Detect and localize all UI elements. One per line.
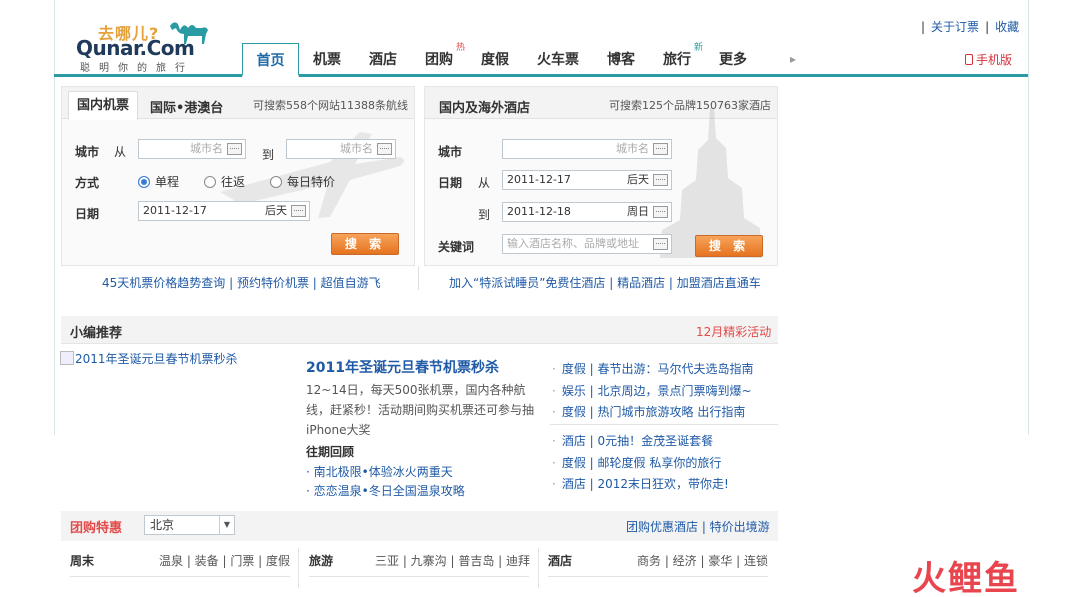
recommend-description: 12~14日，每天500张机票，国内各种航线，赶紧秒！活动期间购买机票还可参与抽… xyxy=(306,383,535,437)
city-picker-icon[interactable] xyxy=(377,143,392,155)
category-underline xyxy=(309,576,529,577)
roundtrip-radio[interactable]: 往返 xyxy=(204,173,245,190)
hotel-city-input[interactable]: 城市名 xyxy=(502,139,672,159)
panel-divider xyxy=(418,266,419,290)
flight-to-label: 到 xyxy=(262,148,275,162)
flight-to-city-input[interactable]: 城市名 xyxy=(286,139,396,159)
about-booking-link[interactable]: 关于订票 xyxy=(931,20,979,34)
tab-domestic-flights[interactable]: 国内机票 xyxy=(68,91,139,120)
category-weekend-title: 周末 xyxy=(70,554,95,568)
past-item[interactable]: · 南北极限•体验冰火两重天 xyxy=(306,463,453,480)
top-links: | 关于订票 | 收藏 xyxy=(921,20,1020,34)
nav-train[interactable]: 火车票 xyxy=(523,43,593,77)
hotel-keyword-input[interactable]: 输入酒店名称、品牌或地址 xyxy=(502,234,672,254)
hotel-city-label: 城市 xyxy=(438,145,463,159)
flight-quick-links[interactable]: 45天机票价格趋势查询 | 预约特价机票 | 超值自游飞 xyxy=(102,274,381,291)
recommend-header-bar xyxy=(61,316,778,344)
nav-more[interactable]: 更多 xyxy=(705,43,761,77)
daily-deal-radio[interactable]: 每日特价 xyxy=(270,173,335,190)
watermark-logo: 火鲤鱼 xyxy=(912,559,1020,597)
flight-mode-label: 方式 xyxy=(75,176,100,190)
flight-from-label: 从 xyxy=(114,145,127,159)
hot-badge: 热 xyxy=(455,43,465,53)
flight-date-input[interactable]: 2011-12-17 后天 xyxy=(138,201,310,221)
broken-image-icon xyxy=(60,351,74,365)
tab-hotels[interactable]: 国内及海外酒店 xyxy=(439,97,530,116)
category-divider xyxy=(298,548,299,588)
flight-from-city-input[interactable]: 城市名 xyxy=(138,139,246,159)
groupbuy-title: 团购特惠 xyxy=(70,521,123,536)
hotel-checkin-input[interactable]: 2011-12-17 后天 xyxy=(502,170,672,190)
recommend-title: 小编推荐 xyxy=(70,326,123,341)
hotel-checkout-input[interactable]: 2011-12-18 周日 xyxy=(502,202,672,222)
chevron-down-icon[interactable]: ▼ xyxy=(219,516,234,534)
hotel-from-label: 从 xyxy=(478,176,491,190)
groupbuy-right-links[interactable]: 团购优惠酒店 | 特价出境游 xyxy=(626,518,770,535)
main-nav: 首页 机票 酒店 团购热 度假 火车票 博客 旅行新 更多 xyxy=(242,43,761,77)
category-weekend-links[interactable]: 温泉 | 装备 | 门票 | 度假 xyxy=(159,552,290,569)
nav-blog[interactable]: 博客 xyxy=(593,43,649,77)
nav-home[interactable]: 首页 xyxy=(242,43,299,77)
nav-travel[interactable]: 旅行新 xyxy=(649,43,705,77)
radio-unchecked xyxy=(204,176,216,188)
hotel-keyword-label: 关键词 xyxy=(438,240,475,254)
category-underline xyxy=(548,576,768,577)
category-divider xyxy=(538,548,539,588)
oneway-radio[interactable]: 单程 xyxy=(138,173,179,190)
flight-panel-tabs: 国内机票 国际•港澳台 可搜索558个网站11388条航线 xyxy=(62,87,414,120)
calendar-icon[interactable] xyxy=(653,206,668,218)
page-frame-right xyxy=(1028,0,1029,435)
nav-scroll-arrow-icon[interactable]: ▸ xyxy=(790,52,796,66)
recommend-banner-image[interactable]: 2011年圣诞元旦春节机票秒杀 xyxy=(60,350,238,367)
category-hotel-title: 酒店 xyxy=(548,554,573,568)
side-news-item[interactable]: · 度假 | 邮轮度假 私享你的旅行 xyxy=(552,454,721,471)
hotel-date-label: 日期 xyxy=(438,176,463,190)
logo-slogan: 聪明你的旅行 xyxy=(80,63,194,74)
tab-intl-flights[interactable]: 国际•港澳台 xyxy=(150,97,223,116)
phone-icon xyxy=(965,54,973,65)
groupbuy-city-select[interactable]: 北京 ▼ xyxy=(144,515,235,535)
new-badge: 新 xyxy=(693,43,703,53)
city-picker-icon[interactable] xyxy=(227,143,242,155)
december-events-link[interactable]: 12月精彩活动 xyxy=(696,323,771,340)
city-picker-icon[interactable] xyxy=(653,143,668,155)
flight-coverage-note: 可搜索558个网站11388条航线 xyxy=(253,99,408,112)
category-travel-title: 旅游 xyxy=(309,554,334,568)
nav-vacation[interactable]: 度假 xyxy=(467,43,523,77)
side-divider xyxy=(550,424,778,425)
keyword-picker-icon[interactable] xyxy=(653,238,668,250)
logo-text-en[interactable]: Qunar.Com xyxy=(76,36,195,60)
category-travel-links[interactable]: 三亚 | 九寨沟 | 普吉岛 | 迪拜 xyxy=(375,552,530,569)
side-news-item[interactable]: · 度假 | 热门城市旅游攻略 出行指南 xyxy=(552,403,745,420)
hotel-quick-links[interactable]: 加入“特派试睡员”免费住酒店 | 精品酒店 | 加盟酒店直通车 xyxy=(449,274,761,291)
flight-date-label: 日期 xyxy=(75,207,100,221)
hotel-search-button[interactable]: 搜 索 xyxy=(695,235,763,257)
category-underline xyxy=(70,576,290,577)
flight-city-label: 城市 xyxy=(75,145,100,159)
nav-flights[interactable]: 机票 xyxy=(299,43,355,77)
side-news-item[interactable]: · 娱乐 | 北京周边，景点门票嗨到爆~ xyxy=(552,382,752,399)
recommend-headline[interactable]: 2011年圣诞元旦春节机票秒杀 xyxy=(306,357,499,377)
radio-unchecked xyxy=(270,176,282,188)
side-news-item[interactable]: · 酒店 | 0元抽！金茂圣诞套餐 xyxy=(552,432,713,449)
favorite-link[interactable]: 收藏 xyxy=(995,20,1019,34)
hotel-to-label: 到 xyxy=(478,208,491,222)
nav-hotels[interactable]: 酒店 xyxy=(355,43,411,77)
calendar-icon[interactable] xyxy=(291,205,306,217)
past-review-title: 往期回顾 xyxy=(306,445,355,459)
side-news-item[interactable]: · 酒店 | 2012末日狂欢，带你走! xyxy=(552,475,729,492)
mobile-version-link[interactable]: 手机版 xyxy=(965,51,1012,68)
flight-search-button[interactable]: 搜 索 xyxy=(331,233,399,255)
calendar-icon[interactable] xyxy=(653,174,668,186)
nav-groupbuy[interactable]: 团购热 xyxy=(411,43,467,77)
radio-checked xyxy=(138,176,150,188)
side-news-item[interactable]: · 度假 | 春节出游：马尔代夫选岛指南 xyxy=(552,360,754,377)
category-hotel-links[interactable]: 商务 | 经济 | 豪华 | 连锁 xyxy=(637,552,768,569)
page-frame-left xyxy=(54,0,55,435)
past-item[interactable]: · 恋恋温泉•冬日全国温泉攻略 xyxy=(306,482,465,499)
